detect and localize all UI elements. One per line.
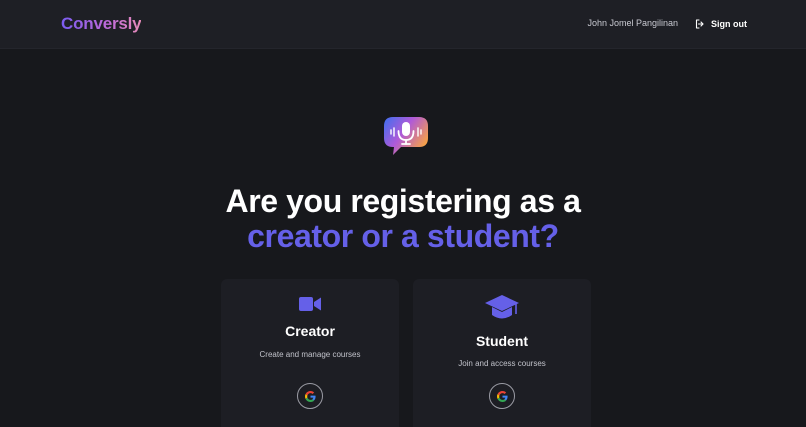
creator-card[interactable]: Creator Create and manage courses: [221, 279, 399, 427]
student-description: Join and access courses: [458, 359, 546, 368]
microphone-chat-icon: [384, 117, 428, 155]
sign-out-label: Sign out: [711, 19, 747, 29]
page-title-line-2: creator or a student?: [247, 218, 559, 254]
google-icon: [496, 390, 508, 402]
google-icon: [304, 390, 316, 402]
user-name: John Jomel Pangilinan: [587, 18, 678, 28]
video-camera-icon: [299, 297, 321, 311]
creator-description: Create and manage courses: [259, 350, 361, 359]
page-title-line-1: Are you registering as a: [225, 183, 581, 219]
page-title: Are you registering as a creator or a st…: [0, 184, 806, 254]
graduation-cap-icon: [485, 295, 519, 319]
student-google-signin-button[interactable]: [489, 383, 515, 409]
app-logo[interactable]: Conversly: [61, 14, 142, 34]
creator-google-signin-button[interactable]: [297, 383, 323, 409]
student-icon-wrap: [413, 295, 591, 322]
top-navbar: Conversly John Jomel Pangilinan Sign out: [0, 0, 806, 49]
sign-out-icon: [695, 19, 704, 29]
sign-out-button[interactable]: Sign out: [694, 16, 747, 32]
student-title: Student: [475, 333, 529, 349]
creator-title: Creator: [285, 323, 335, 339]
creator-icon-wrap: [221, 296, 399, 312]
student-card[interactable]: Student Join and access courses: [413, 279, 591, 427]
